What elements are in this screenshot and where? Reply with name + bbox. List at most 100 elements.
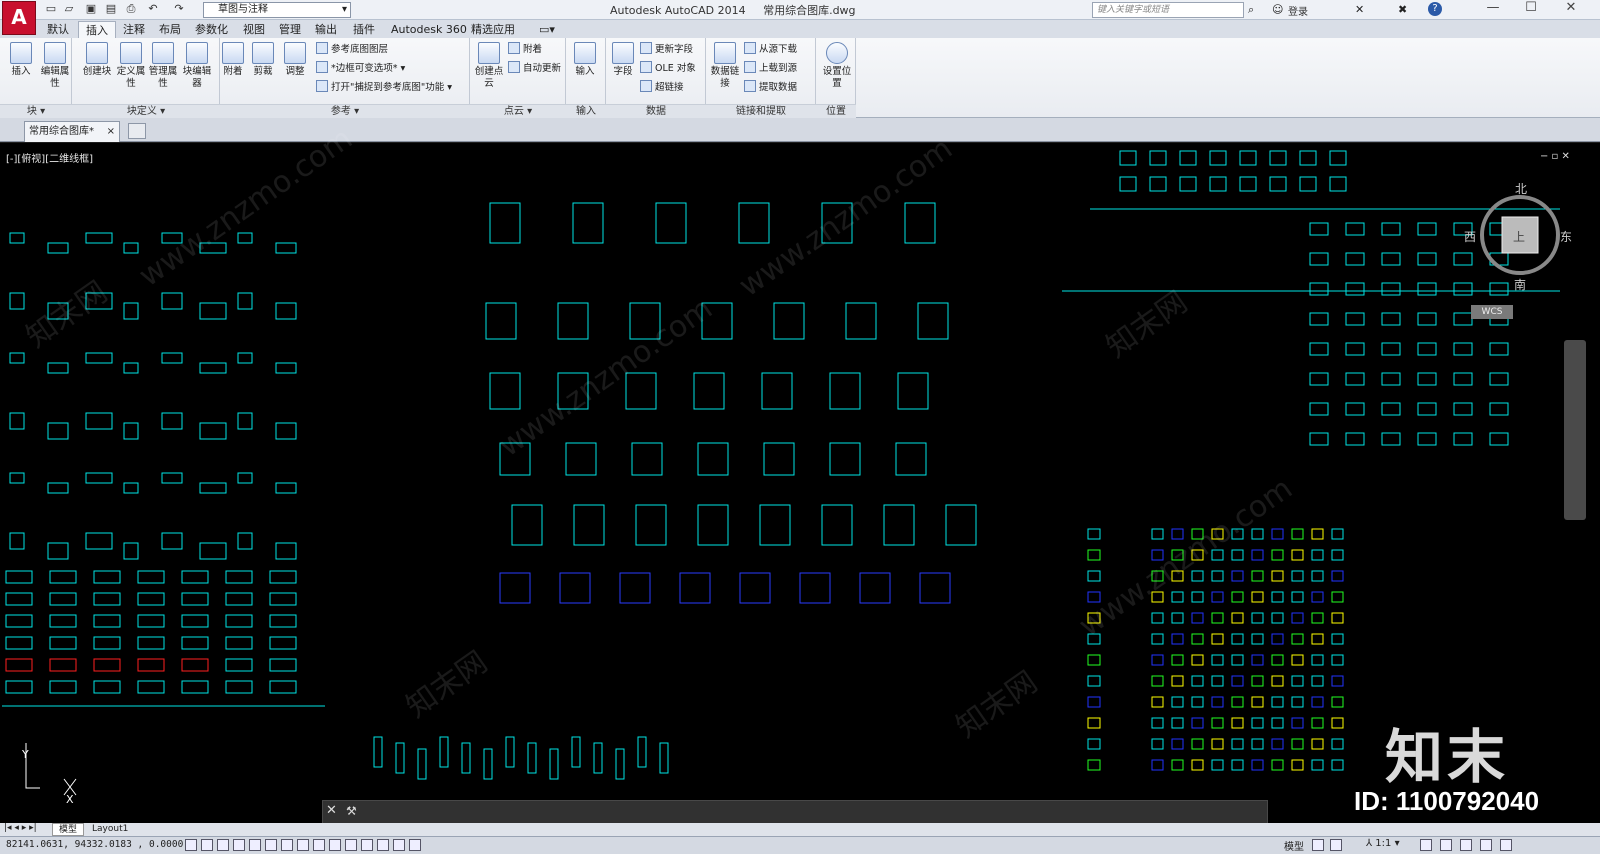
open-file-icon[interactable]: ▱ xyxy=(62,2,76,16)
transparency-icon[interactable] xyxy=(361,839,373,851)
save-as-icon[interactable]: ▤ xyxy=(104,2,118,16)
download-from-source-button[interactable]: 从源下载 xyxy=(744,41,797,58)
block-editor-button[interactable]: 块编辑器 xyxy=(182,42,212,90)
hyperlink-button[interactable]: 超链接 xyxy=(640,79,684,96)
frames-dropdown[interactable]: *边框可变选项* ▾ xyxy=(316,60,405,77)
tab-layout1[interactable]: Layout1 xyxy=(86,823,134,836)
pointcloud-attach-button[interactable]: 附着 xyxy=(508,41,542,58)
close-command-icon[interactable]: ✕ xyxy=(326,803,337,818)
dyn-icon[interactable] xyxy=(329,839,341,851)
model-space-toggle[interactable]: 模型 xyxy=(1284,838,1304,853)
wcs-menu[interactable]: WCS xyxy=(1471,305,1513,319)
wrench-icon[interactable]: ⚒ xyxy=(346,804,357,818)
clip-button[interactable]: 剪裁 xyxy=(248,42,278,78)
layout-nav-icon[interactable]: |◂ ◂ ▸ ▸| xyxy=(4,823,37,833)
close-window-icon[interactable]: ✕ xyxy=(1556,0,1586,18)
manage-attributes-button[interactable]: 管理属性 xyxy=(148,42,178,90)
create-pointcloud-button[interactable]: 创建点云 xyxy=(474,42,504,90)
polar-icon[interactable] xyxy=(249,839,261,851)
close-tab-icon[interactable]: × xyxy=(107,122,115,141)
group-label-pointcloud[interactable]: 点云 ▾ xyxy=(470,104,566,118)
field-button[interactable]: 字段 xyxy=(608,42,638,78)
osnap-icon[interactable] xyxy=(265,839,277,851)
isolate-icon[interactable] xyxy=(1480,839,1492,851)
data-link-button[interactable]: 数据链接 xyxy=(710,42,740,90)
upload-to-source-button[interactable]: 上载到源 xyxy=(744,60,797,77)
group-label-reference[interactable]: 参考 ▾ xyxy=(220,104,470,118)
lock-icon[interactable] xyxy=(1440,839,1452,851)
infer-icon[interactable] xyxy=(185,839,197,851)
tab-layout[interactable]: 布局 xyxy=(152,21,188,38)
underlay-layers-button[interactable]: 参考底图图层 xyxy=(316,41,388,58)
close-x-icon[interactable]: ✕ xyxy=(1355,3,1364,16)
tab-model[interactable]: 模型 xyxy=(52,823,85,836)
tab-insert[interactable]: 插入 xyxy=(78,21,116,38)
annotation-scale[interactable]: ⅄ 1:1 ▾ xyxy=(1366,838,1400,849)
new-tab-button[interactable] xyxy=(128,123,146,139)
update-fields-button[interactable]: 更新字段 xyxy=(640,41,693,58)
ortho-icon[interactable] xyxy=(233,839,245,851)
quick-properties-icon[interactable] xyxy=(377,839,389,851)
compass-north[interactable]: 北 xyxy=(1515,180,1527,197)
tab-manage[interactable]: 管理 xyxy=(272,21,308,38)
selection-cycling-icon[interactable] xyxy=(393,839,405,851)
print-icon[interactable]: ⎙ xyxy=(124,2,138,16)
tab-featured-apps[interactable]: 精选应用 xyxy=(464,21,522,38)
login-link[interactable]: 登录 xyxy=(1288,3,1308,18)
redo-icon[interactable]: ↷ xyxy=(172,2,186,16)
extract-data-button[interactable]: 提取数据 xyxy=(744,79,797,96)
snap-mode-icon[interactable] xyxy=(201,839,213,851)
help-icon[interactable]: ? xyxy=(1428,2,1442,16)
coordinate-readout[interactable]: 82141.0631, 94332.0183 , 0.0000 xyxy=(6,839,183,850)
grid-icon[interactable] xyxy=(217,839,229,851)
layout-quick-view-icon[interactable] xyxy=(1312,839,1324,851)
lineweight-icon[interactable] xyxy=(345,839,357,851)
maximize-icon[interactable]: ☐ xyxy=(1516,0,1546,18)
auto-update-button[interactable]: 自动更新 xyxy=(508,60,561,77)
tab-default[interactable]: 默认 xyxy=(40,21,76,38)
set-location-button[interactable]: 设置位置 xyxy=(822,42,852,90)
attach-button[interactable]: 附着 xyxy=(218,42,248,78)
group-label-block-def[interactable]: 块定义 ▾ xyxy=(72,104,220,118)
binoculars-icon[interactable]: ⌕ xyxy=(1248,3,1254,17)
tab-plugins[interactable]: 插件 xyxy=(346,21,382,38)
navigation-bar[interactable] xyxy=(1564,340,1586,520)
group-label-block[interactable]: 块 ▾ xyxy=(0,104,72,118)
tab-autodesk360[interactable]: Autodesk 360 xyxy=(384,21,474,38)
compass-west[interactable]: 西 xyxy=(1464,228,1476,245)
compass-south[interactable]: 南 xyxy=(1514,276,1526,293)
insert-block-button[interactable]: 插入 xyxy=(6,42,36,78)
define-attributes-button[interactable]: 定义属性 xyxy=(116,42,146,90)
undo-icon[interactable]: ↶ xyxy=(146,2,160,16)
tab-parametric[interactable]: 参数化 xyxy=(188,21,235,38)
tab-view[interactable]: 视图 xyxy=(236,21,272,38)
viewcube-top[interactable]: 上 xyxy=(1513,228,1525,245)
new-file-icon[interactable]: ▭ xyxy=(44,2,58,16)
drawing-quick-view-icon[interactable] xyxy=(1330,839,1342,851)
search-input[interactable]: 键入关键字或短语 xyxy=(1092,2,1244,18)
autocad-app-button[interactable]: A xyxy=(2,1,36,35)
viewport-controls[interactable]: [-][俯视][二维线框] xyxy=(6,150,93,165)
edit-attributes-button[interactable]: 编辑属性 xyxy=(40,42,70,90)
minimize-icon[interactable]: — xyxy=(1478,0,1508,18)
otrack-icon[interactable] xyxy=(297,839,309,851)
ribbon-options-icon[interactable]: ▭▾ xyxy=(532,21,562,38)
ducs-icon[interactable] xyxy=(313,839,325,851)
create-block-button[interactable]: 创建块 xyxy=(82,42,112,78)
adjust-button[interactable]: 调整 xyxy=(280,42,310,78)
document-tab[interactable]: 常用综合图库* × xyxy=(24,121,120,142)
ole-object-button[interactable]: OLE 对象 xyxy=(640,60,696,77)
command-line[interactable] xyxy=(322,800,1268,824)
tab-output[interactable]: 输出 xyxy=(308,21,344,38)
3dosnap-icon[interactable] xyxy=(281,839,293,851)
workspace-select[interactable]: 草图与注释 ▾ xyxy=(203,2,351,18)
hardware-accel-icon[interactable] xyxy=(1460,839,1472,851)
tab-annotate[interactable]: 注释 xyxy=(116,21,152,38)
save-icon[interactable]: ▣ xyxy=(84,2,98,16)
viewport-window-controls[interactable]: − ▫ ✕ xyxy=(1540,151,1570,162)
exchange-icon[interactable]: ✖ xyxy=(1398,3,1407,16)
workspace-switch-icon[interactable] xyxy=(1420,839,1432,851)
annotation-monitor-icon[interactable] xyxy=(409,839,421,851)
snap-underlay-button[interactable]: 打开"捕捉到参考底图"功能 ▾ xyxy=(316,79,452,96)
compass-east[interactable]: 东 xyxy=(1560,228,1572,245)
